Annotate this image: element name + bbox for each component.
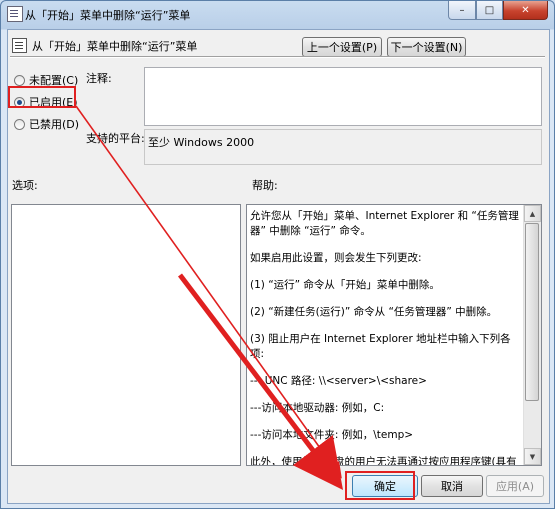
minimize-icon: – [459,4,465,16]
help-paragraph: ---访问本地文件夹: 例如，\temp> [250,429,414,441]
help-paragraph: 此外，使用扩展键盘的用户无法再通过按应用程序键(具有 Windows 徽标的键)… [250,456,517,466]
options-panel[interactable] [11,204,241,466]
radio-not-configured-indicator[interactable] [14,74,25,86]
platform-field: 至少 Windows 2000 [144,129,542,165]
previous-setting-button[interactable]: 上一个设置(P) [302,37,382,57]
help-panel[interactable]: 允许您从「开始」菜单、Internet Explorer 和 “任务管理器” 中… [246,204,542,466]
next-setting-button[interactable]: 下一个设置(N) [387,37,466,57]
close-button[interactable]: ✕ [503,1,548,20]
help-paragraph: ---访问本地驱动器: 例如，C: [250,402,385,414]
maximize-icon: □ [484,4,495,16]
platform-value: 至少 Windows 2000 [148,136,255,149]
comment-label: 注释: [86,72,112,85]
setting-icon [12,38,27,53]
next-setting-label: 下一个设置(N) [390,41,463,54]
apply-button[interactable]: 应用(A) [486,475,544,497]
help-paragraph: --- UNC 路径: \\<server>\<share> [250,375,427,387]
minimize-button[interactable]: – [448,1,476,20]
cancel-label: 取消 [441,480,463,493]
previous-setting-label: 上一个设置(P) [306,41,378,54]
maximize-button[interactable]: □ [476,1,503,20]
header-divider [10,56,545,58]
radio-disabled-label: 已禁用(D) [29,118,80,131]
scroll-thumb[interactable] [525,223,539,401]
help-paragraph: 如果启用此设置，则会发生下列更改: [250,252,422,264]
caption-buttons: – □ ✕ [448,1,548,20]
cancel-button[interactable]: 取消 [421,475,483,497]
comment-input[interactable] [144,67,542,126]
platform-label: 支持的平台: [86,132,145,145]
help-paragraph: 允许您从「开始」菜单、Internet Explorer 和 “任务管理器” 中… [250,210,519,237]
dialog-body: 从「开始」菜单中删除“运行”菜单 上一个设置(P) 下一个设置(N) 未配置(C… [7,29,550,504]
radio-disabled[interactable]: 已禁用(D) [14,116,79,132]
help-text: 允许您从「开始」菜单、Internet Explorer 和 “任务管理器” 中… [250,209,522,466]
help-paragraph: (1) “运行” 命令从「开始」菜单中删除。 [250,279,440,291]
title-bar[interactable]: 从「开始」菜单中删除“运行”菜单 – □ ✕ [1,1,554,27]
annotation-box-enabled [8,86,76,108]
window-title: 从「开始」菜单中删除“运行”菜单 [25,9,191,22]
help-paragraph: (2) “新建任务(运行)” 命令从 “任务管理器” 中删除。 [250,306,498,318]
close-icon: ✕ [521,4,530,16]
setting-title: 从「开始」菜单中删除“运行”菜单 [32,40,198,53]
policy-dialog-window: 从「开始」菜单中删除“运行”菜单 – □ ✕ 从「开始」菜单中删除“运行”菜单 … [0,0,555,509]
scroll-down-icon[interactable]: ▼ [524,448,541,465]
scroll-up-icon[interactable]: ▲ [524,205,541,222]
radio-disabled-indicator[interactable] [14,118,25,130]
apply-label: 应用(A) [495,480,535,493]
help-paragraph: (3) 阻止用户在 Internet Explorer 地址栏中输入下列各项: [250,333,511,360]
options-label: 选项: [12,179,38,192]
help-label: 帮助: [252,179,278,192]
annotation-box-ok [345,471,415,500]
policy-icon [7,6,23,22]
help-scrollbar[interactable]: ▲ ▼ [523,205,541,465]
